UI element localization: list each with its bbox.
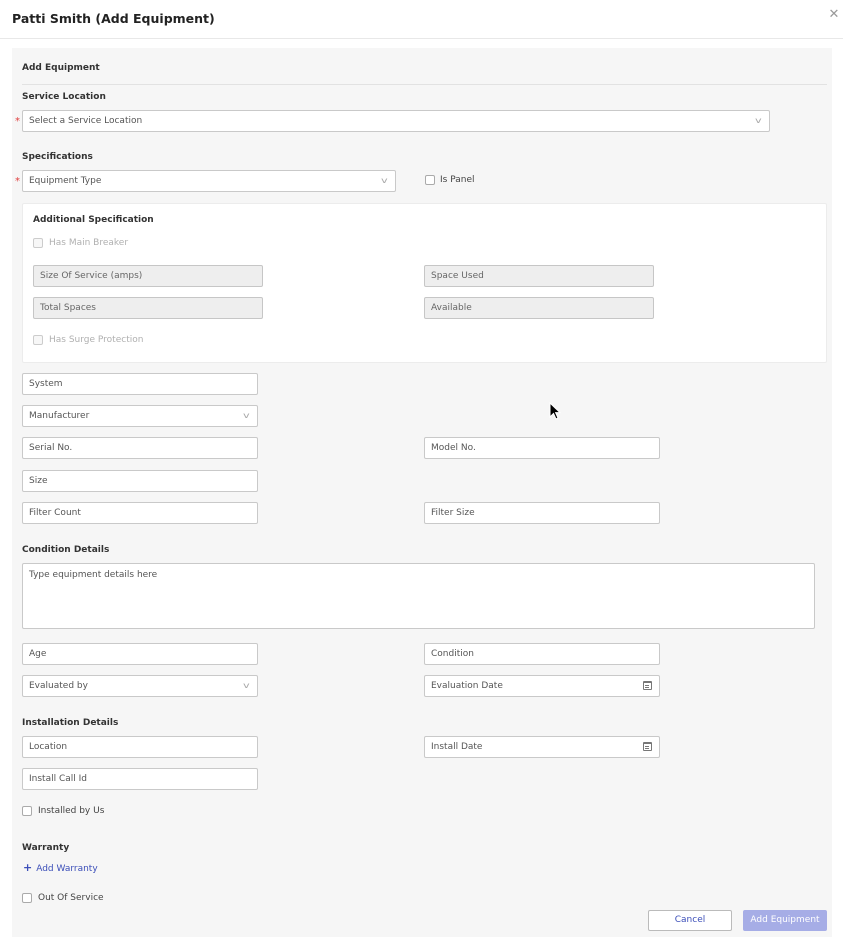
evaluation-date-placeholder: Evaluation Date [431,681,503,691]
add-warranty-text: Add Warranty [36,864,98,874]
has-main-breaker-label: Has Main Breaker [49,238,129,248]
equipment-type-select[interactable]: Equipment Type v [22,170,396,192]
section-title-add-equipment: Add Equipment [22,63,100,73]
additional-specification-card: Additional Specification Has Main Breake… [22,203,827,363]
additional-specification-title: Additional Specification [33,215,154,225]
mouse-cursor-icon [549,402,561,420]
evaluated-by-placeholder: Evaluated by [29,681,88,691]
equipment-type-placeholder: Equipment Type [29,176,102,186]
install-call-id-input[interactable]: Install Call Id [22,768,258,790]
space-used-input[interactable]: Space Used [424,265,654,287]
plus-icon: + [23,861,33,874]
service-location-select[interactable]: Select a Service Location v [22,110,770,132]
specifications-label: Specifications [22,152,93,162]
installed-by-us-label: Installed by Us [38,806,105,816]
has-main-breaker-checkbox[interactable] [33,238,43,248]
condition-details-textarea[interactable]: Type equipment details here [22,563,815,629]
service-location-label: Service Location [22,92,106,102]
total-spaces-input[interactable]: Total Spaces [33,297,263,319]
condition-details-label: Condition Details [22,545,110,555]
cancel-button[interactable]: Cancel [648,910,732,931]
size-of-service-input[interactable]: Size Of Service (amps) [33,265,263,287]
chevron-down-icon: v [243,411,250,420]
manufacturer-select[interactable]: Manufacturer v [22,405,258,427]
serial-no-input[interactable]: Serial No. [22,437,258,459]
chevron-down-icon: v [381,176,388,185]
available-input[interactable]: Available [424,297,654,319]
service-location-placeholder: Select a Service Location [29,116,143,126]
warranty-label: Warranty [22,843,70,853]
calendar-icon[interactable] [643,742,652,751]
condition-input[interactable]: Condition [424,643,660,665]
installation-details-label: Installation Details [22,718,119,728]
form-panel: Add Equipment Service Location * Select … [12,48,832,937]
chevron-down-icon: v [243,681,250,690]
age-input[interactable]: Age [22,643,258,665]
modal-title: Patti Smith (Add Equipment) [12,11,215,26]
evaluated-by-select[interactable]: Evaluated by v [22,675,258,697]
has-surge-protection-label: Has Surge Protection [49,335,144,345]
section-divider [22,84,827,85]
out-of-service-label: Out Of Service [38,893,104,903]
system-input[interactable]: System [22,373,258,395]
evaluation-date-input[interactable]: Evaluation Date [424,675,660,697]
required-marker: * [15,176,20,187]
calendar-icon[interactable] [643,681,652,690]
install-date-placeholder: Install Date [431,742,483,752]
model-no-input[interactable]: Model No. [424,437,660,459]
filter-size-input[interactable]: Filter Size [424,502,660,524]
add-equipment-button[interactable]: Add Equipment [743,910,827,931]
has-surge-protection-checkbox[interactable] [33,335,43,345]
size-input[interactable]: Size [22,470,258,492]
install-date-input[interactable]: Install Date [424,736,660,758]
close-icon[interactable]: ✕ [827,8,841,22]
is-panel-label: Is Panel [440,175,475,185]
out-of-service-checkbox[interactable] [22,893,32,903]
add-warranty-link[interactable]: + Add Warranty [23,861,98,874]
filter-count-input[interactable]: Filter Count [22,502,258,524]
location-input[interactable]: Location [22,736,258,758]
chevron-down-icon: v [755,116,762,125]
manufacturer-placeholder: Manufacturer [29,411,90,421]
required-marker: * [15,116,20,127]
modal-header: Patti Smith (Add Equipment) ✕ [0,0,843,39]
installed-by-us-checkbox[interactable] [22,806,32,816]
is-panel-checkbox[interactable] [425,175,435,185]
